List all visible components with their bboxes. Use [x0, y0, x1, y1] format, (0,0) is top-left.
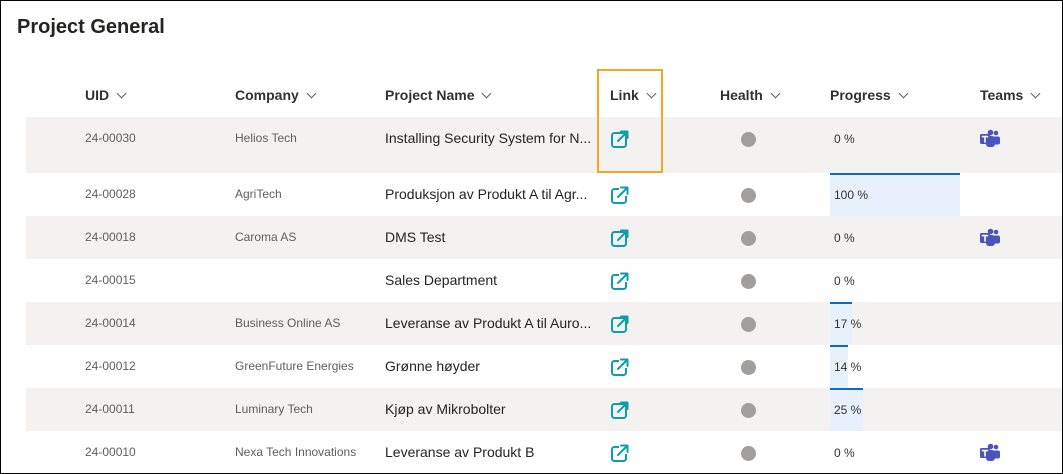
table-row[interactable]: 24-00011 Luminary Tech Kjøp av Mikrobolt… [26, 388, 1062, 431]
health-status-dot [741, 274, 756, 289]
company-cell: GreenFuture Energies [235, 359, 354, 373]
progress-label: 14 % [834, 360, 862, 374]
column-header-label: Project Name [385, 87, 475, 103]
open-external-link-icon[interactable] [610, 271, 630, 291]
company-cell: Helios Tech [235, 131, 297, 145]
progress-label: 0 % [834, 132, 855, 146]
open-external-link-icon[interactable] [610, 129, 630, 149]
open-external-link-icon[interactable] [610, 400, 630, 420]
column-header-label: Health [720, 87, 763, 103]
column-header-progress[interactable]: Progress [830, 87, 909, 103]
health-status-dot [741, 188, 756, 203]
project-list-panel: Project General UID Company Project Name… [0, 0, 1063, 474]
company-cell: Nexa Tech Innovations [235, 445, 357, 459]
page-title: Project General [17, 16, 165, 38]
column-header-label: Progress [830, 87, 891, 103]
column-header-company[interactable]: Company [235, 87, 317, 103]
column-header-label: Teams [980, 87, 1024, 103]
column-header-uid[interactable]: UID [85, 87, 127, 103]
project-name-link[interactable]: Leveranse av Produkt A til Auro... [385, 315, 593, 331]
progress-cell: 25 % [830, 388, 960, 431]
progress-label: 100 % [834, 188, 869, 202]
company-cell: Business Online AS [235, 316, 341, 330]
progress-label: 0 % [834, 231, 855, 245]
uid-cell: 24-00011 [85, 402, 135, 416]
open-external-link-icon[interactable] [610, 357, 630, 377]
progress-cell: 0 % [830, 431, 960, 473]
chevron-down-icon [646, 88, 657, 98]
health-status-dot [741, 132, 756, 147]
health-status-dot [741, 446, 756, 461]
table-row[interactable]: 24-00030 Helios Tech Installing Security… [26, 117, 1062, 173]
health-status-dot [741, 403, 756, 418]
open-external-link-icon[interactable] [610, 228, 630, 248]
progress-cell: 14 % [830, 345, 960, 388]
chevron-down-icon [898, 88, 909, 98]
table-row[interactable]: 24-00010 Nexa Tech Innovations Leveranse… [26, 431, 1062, 473]
microsoft-teams-icon[interactable] [979, 129, 1001, 149]
open-external-link-icon[interactable] [610, 185, 630, 205]
chevron-down-icon [1030, 88, 1041, 98]
column-header-link[interactable]: Link [610, 87, 657, 103]
project-name-link[interactable]: Leveranse av Produkt B [385, 444, 593, 460]
progress-cell: 0 % [830, 216, 960, 259]
health-status-dot [741, 317, 756, 332]
uid-cell: 24-00018 [85, 230, 136, 244]
progress-cell: 0 % [830, 117, 960, 173]
column-header-label: Company [235, 87, 299, 103]
table-row[interactable]: 24-00014 Business Online AS Leveranse av… [26, 302, 1062, 345]
health-status-dot [741, 360, 756, 375]
table-header: UID Company Project Name Link Health Pro… [1, 81, 1062, 111]
chevron-down-icon [306, 88, 317, 98]
health-status-dot [741, 231, 756, 246]
progress-label: 0 % [834, 446, 855, 460]
project-name-link[interactable]: Installing Security System for N... [385, 130, 593, 146]
progress-label: 17 % [834, 317, 862, 331]
uid-cell: 24-00010 [85, 445, 136, 459]
column-header-project-name[interactable]: Project Name [385, 87, 492, 103]
progress-label: 25 % [834, 403, 862, 417]
chevron-down-icon [770, 88, 781, 98]
table-row[interactable]: 24-00028 AgriTech Produksjon av Produkt … [26, 173, 1062, 216]
uid-cell: 24-00030 [85, 131, 136, 145]
progress-cell: 0 % [830, 259, 960, 302]
column-header-label: UID [85, 87, 110, 103]
open-external-link-icon[interactable] [610, 443, 630, 463]
project-name-link[interactable]: Produksjon av Produkt A til Agr... [385, 186, 593, 202]
microsoft-teams-icon[interactable] [979, 228, 1001, 248]
table-row[interactable]: 24-00018 Caroma AS DMS Test 0 % [26, 216, 1062, 259]
column-header-teams[interactable]: Teams [980, 87, 1041, 103]
progress-label: 0 % [834, 274, 855, 288]
project-name-link[interactable]: Grønne høyder [385, 358, 593, 374]
chevron-down-icon [116, 88, 127, 98]
company-cell: Caroma AS [235, 230, 297, 244]
company-cell: Luminary Tech [235, 402, 313, 416]
column-header-label: Link [610, 87, 639, 103]
company-cell: AgriTech [235, 187, 282, 201]
uid-cell: 24-00015 [85, 273, 136, 287]
uid-cell: 24-00028 [85, 187, 136, 201]
progress-cell: 100 % [830, 173, 960, 216]
uid-cell: 24-00012 [85, 359, 136, 373]
progress-cell: 17 % [830, 302, 960, 345]
project-name-link[interactable]: DMS Test [385, 229, 593, 245]
table-row[interactable]: 24-00015 Sales Department 0 % [26, 259, 1062, 302]
uid-cell: 24-00014 [85, 316, 136, 330]
open-external-link-icon[interactable] [610, 314, 630, 334]
table-row[interactable]: 24-00012 GreenFuture Energies Grønne høy… [26, 345, 1062, 388]
column-header-health[interactable]: Health [720, 87, 781, 103]
chevron-down-icon [482, 88, 492, 98]
microsoft-teams-icon[interactable] [979, 443, 1001, 463]
project-name-link[interactable]: Sales Department [385, 272, 593, 288]
project-name-link[interactable]: Kjøp av Mikrobolter [385, 401, 593, 417]
